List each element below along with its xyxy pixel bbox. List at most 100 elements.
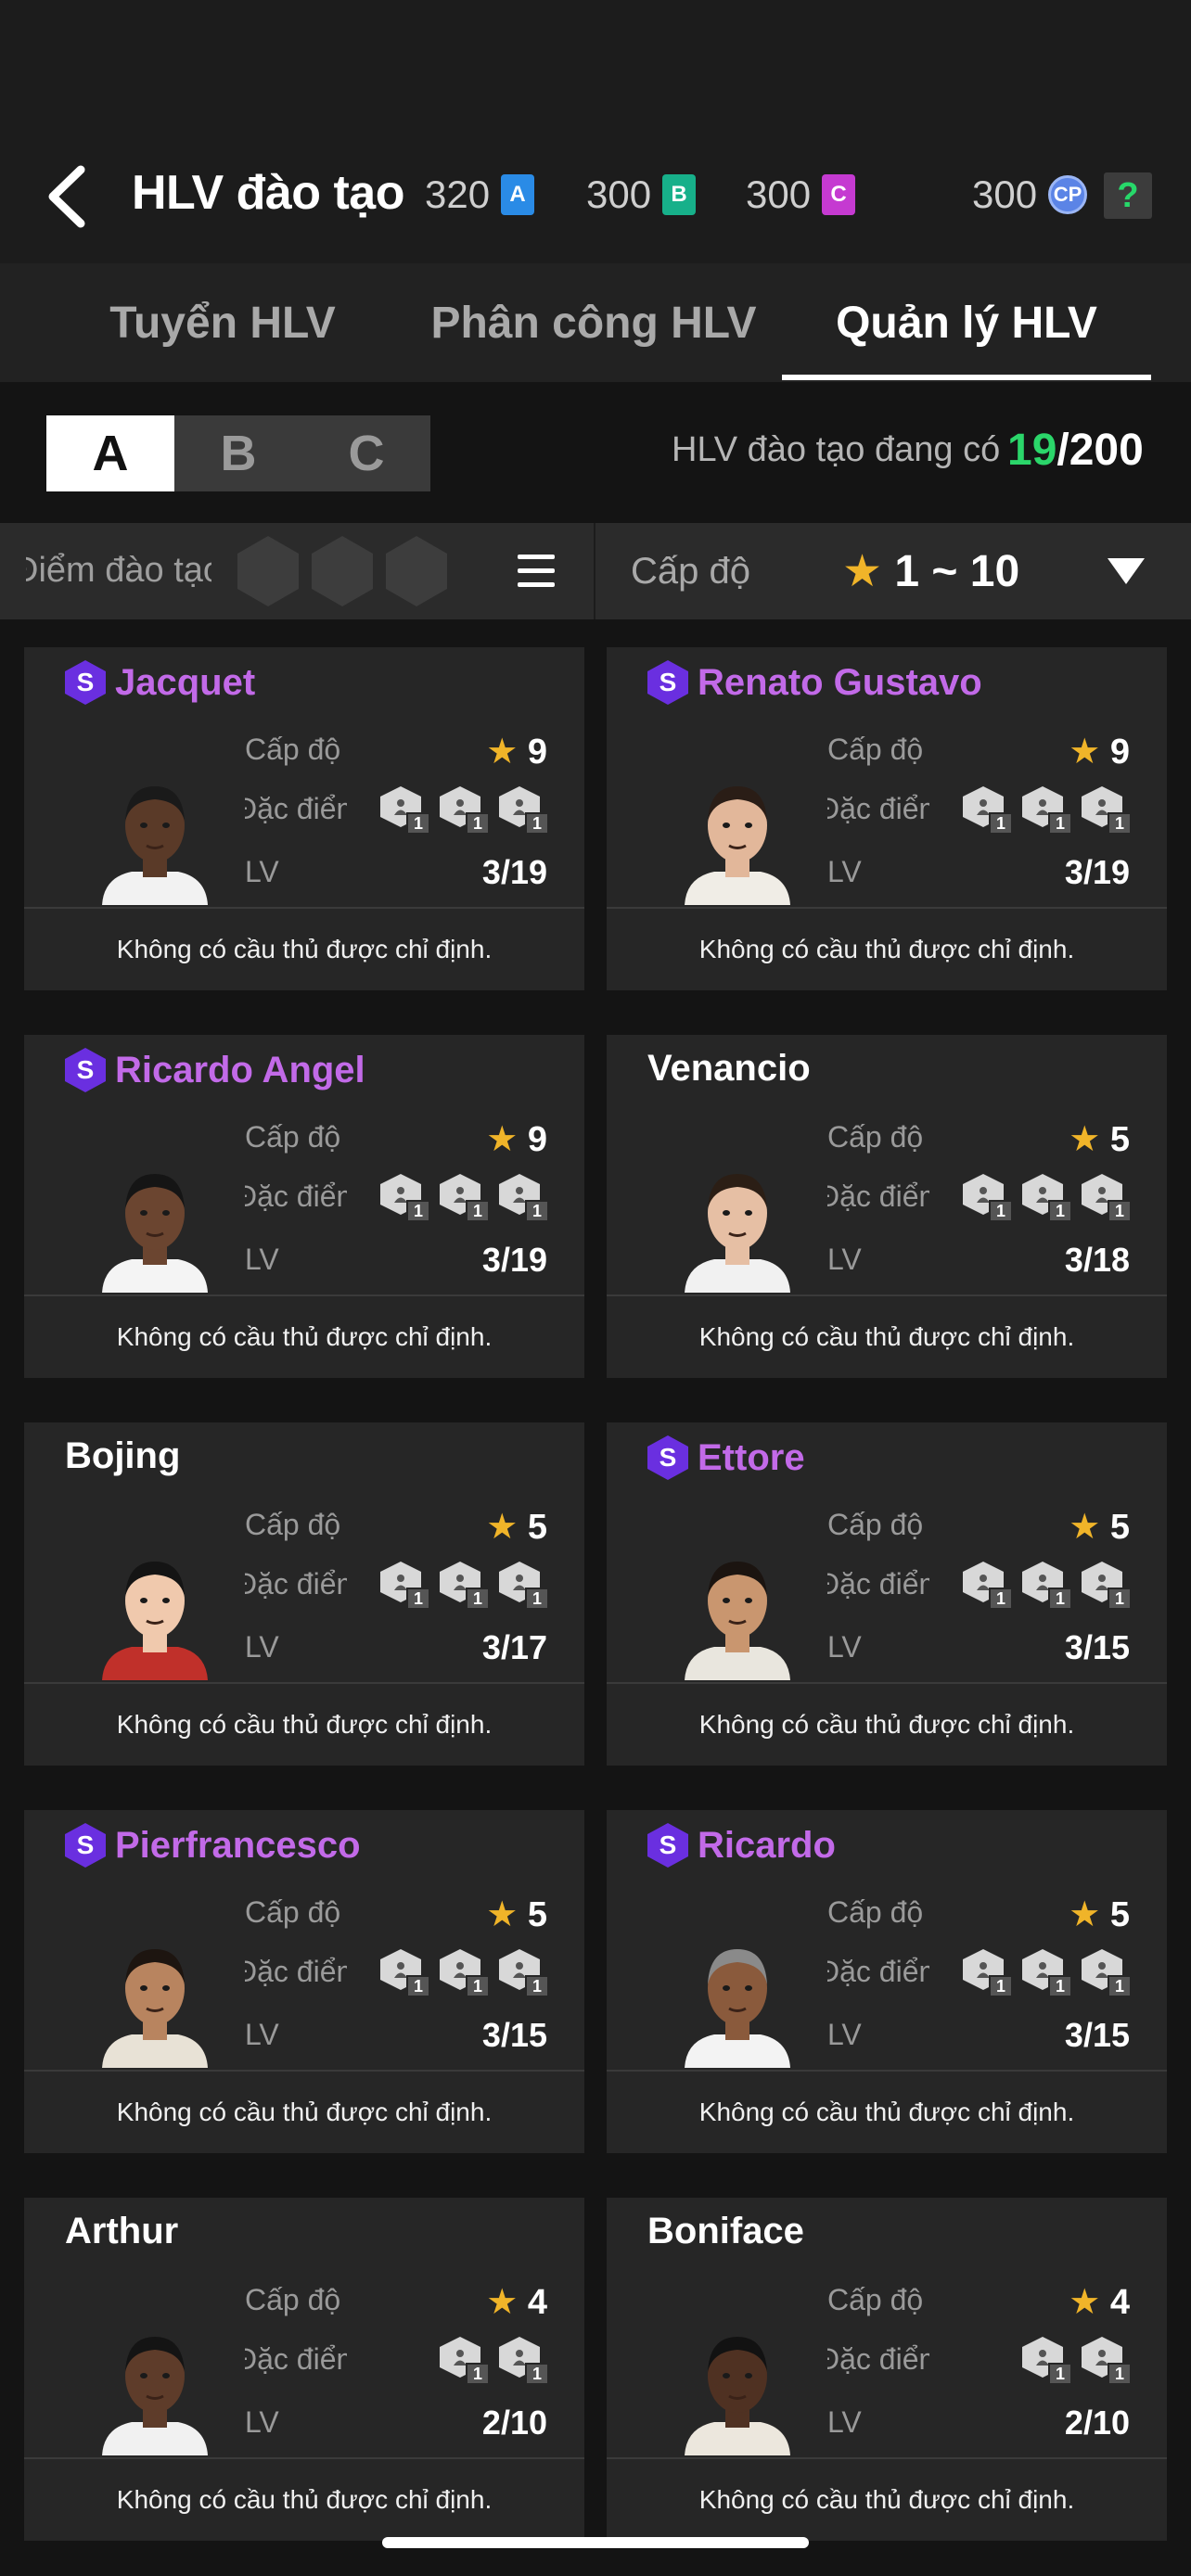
coach-level: ★ 5	[486, 1508, 547, 1547]
trait-icon[interactable]: 1	[1022, 786, 1072, 835]
trait-count: 1	[1108, 1200, 1132, 1222]
assigned-player-note: Không có cầu thủ được chỉ định.	[116, 2098, 493, 2126]
coach-lv-value: 3/15	[1064, 1628, 1130, 1666]
lv-label: LV	[245, 2405, 279, 2439]
trait-count: 1	[1048, 1200, 1072, 1222]
assigned-player-note: Không có cầu thủ được chỉ định.	[116, 1710, 493, 1739]
group-c-button[interactable]: C	[302, 415, 430, 491]
traits-label: Đặc điểm	[827, 1567, 929, 1600]
back-button[interactable]	[37, 159, 93, 234]
coach-lv-value: 3/15	[1064, 2016, 1130, 2054]
trait-icon[interactable]: 1	[1082, 786, 1132, 835]
tab-manage-coach[interactable]: Quản lý HLV	[782, 263, 1151, 382]
coach-name: Venancio	[647, 1048, 811, 1089]
coach-card[interactable]: SRenato Gustavo Cấp độ ★ 9 Đặc điểm 1 1 1 LV 3/1…	[607, 647, 1167, 990]
trait-icon[interactable]: 1	[963, 1562, 1013, 1610]
list-menu-icon[interactable]	[518, 555, 557, 588]
trait-icon[interactable]: 1	[499, 2337, 549, 2385]
star-icon: ★	[1069, 1120, 1101, 1159]
training-slot-2-icon[interactable]	[312, 536, 373, 606]
trait-icon[interactable]: 1	[440, 786, 490, 835]
trait-icon[interactable]: 1	[380, 786, 430, 835]
trait-count: 1	[1048, 1975, 1072, 1997]
trait-icon[interactable]: 1	[499, 1949, 549, 1997]
help-button[interactable]: ?	[1104, 172, 1152, 219]
coupon-c-icon: C	[822, 174, 856, 215]
trait-icon[interactable]: 1	[963, 786, 1013, 835]
training-slot-1-icon[interactable]	[237, 536, 299, 606]
currency-a: 320 A	[425, 172, 535, 217]
special-coach-icon: S	[65, 1823, 106, 1868]
trait-count: 1	[1108, 812, 1132, 835]
coach-lv-value: 2/10	[1064, 2404, 1130, 2442]
coach-card[interactable]: SRicardo Cấp độ ★ 5 Đặc điểm 1 1 1 LV 3/15 Không …	[607, 1810, 1167, 2153]
coach-card[interactable]: Bojing Cấp độ ★ 5 Đặc điểm 1 1 1 LV 3/17 Không có…	[24, 1422, 584, 1766]
group-a-button[interactable]: A	[46, 415, 174, 491]
trait-icon[interactable]: 1	[963, 1174, 1013, 1222]
trait-count: 1	[525, 812, 549, 835]
coach-card[interactable]: SRicardo Angel Cấp độ ★ 9 Đặc điểm 1 1 1 LV 3/19…	[24, 1035, 584, 1378]
trait-list: 1 1 1	[963, 1949, 1132, 1997]
trait-icon[interactable]: 1	[1022, 1174, 1072, 1222]
coach-card[interactable]: SJacquet Cấp độ ★ 9 Đặc điểm 1 1 1 LV 3/19 Không …	[24, 647, 584, 990]
assigned-player-note: Không có cầu thủ được chỉ định.	[698, 935, 1075, 963]
special-coach-icon: S	[65, 1048, 106, 1092]
coach-level: ★ 5	[1069, 1508, 1130, 1547]
tab-assign-coach[interactable]: Phân công HLV	[427, 263, 761, 382]
trait-icon[interactable]: 1	[1022, 2337, 1072, 2385]
trait-count: 1	[989, 1200, 1013, 1222]
coach-level: ★ 9	[1069, 733, 1130, 772]
level-label: Cấp độ	[245, 1120, 341, 1154]
lv-label: LV	[245, 1243, 279, 1276]
trait-icon[interactable]: 1	[440, 2337, 490, 2385]
special-coach-icon: S	[647, 1823, 688, 1868]
coach-card[interactable]: Venancio Cấp độ ★ 5 Đặc điểm 1 1 1 LV 3/18 Không …	[607, 1035, 1167, 1378]
trait-count: 1	[466, 1975, 490, 1997]
trait-icon[interactable]: 1	[440, 1174, 490, 1222]
tab-recruit-coach[interactable]: Tuyển HLV	[74, 263, 371, 382]
trait-count: 1	[406, 812, 430, 835]
traits-label: Đặc điểm	[245, 1955, 347, 1988]
trait-icon[interactable]: 1	[499, 786, 549, 835]
level-dropdown-icon[interactable]	[1108, 558, 1145, 584]
coach-card[interactable]: SEttore Cấp độ ★ 5 Đặc điểm 1 1 1 LV 3/15 Không c…	[607, 1422, 1167, 1766]
trait-icon[interactable]: 1	[380, 1949, 430, 1997]
coach-card[interactable]: BonifaceCấp độ★ 4Đặc điểm11LV2/10Không c…	[607, 2198, 1167, 2541]
level-label: Cấp độ	[245, 1895, 341, 1929]
lv-label: LV	[827, 855, 862, 888]
trait-icon[interactable]: 1	[380, 1174, 430, 1222]
training-slot-3-icon[interactable]	[386, 536, 447, 606]
trait-icon[interactable]: 1	[1082, 1562, 1132, 1610]
trait-icon[interactable]: 1	[1022, 1562, 1072, 1610]
trait-list: 1 1 1	[380, 786, 549, 835]
trait-icon[interactable]: 1	[963, 1949, 1013, 1997]
level-label: Cấp độ	[245, 733, 341, 766]
trait-icon[interactable]: 1	[440, 1949, 490, 1997]
coach-portrait	[685, 1949, 790, 2068]
trait-icon[interactable]: 1	[1082, 2337, 1132, 2385]
assigned-player-note: Không có cầu thủ được chỉ định.	[116, 2485, 493, 2514]
trait-count: 1	[525, 2363, 549, 2385]
trait-icon[interactable]: 1	[440, 1562, 490, 1610]
trait-icon[interactable]: 1	[1022, 1949, 1072, 1997]
trait-icon[interactable]: 1	[499, 1174, 549, 1222]
trait-count: 1	[1048, 812, 1072, 835]
coach-card[interactable]: SPierfrancesco Cấp độ ★ 5 Đặc điểm 1 1 1 LV 3/15…	[24, 1810, 584, 2153]
lv-label: LV	[827, 2018, 862, 2051]
trait-icon[interactable]: 1	[380, 1562, 430, 1610]
trait-list: 1 1 1	[963, 1562, 1132, 1610]
coach-count-value: 19/200	[1007, 425, 1144, 476]
assigned-player-note: Không có cầu thủ được chỉ định.	[698, 1710, 1075, 1739]
group-b-button[interactable]: B	[174, 415, 302, 491]
trait-list: 1 1 1	[380, 1949, 549, 1997]
coach-count-max: /200	[1057, 426, 1144, 475]
level-label: Cấp độ	[827, 1895, 924, 1929]
trait-icon[interactable]: 1	[499, 1562, 549, 1610]
trait-icon[interactable]: 1	[1082, 1174, 1132, 1222]
star-icon: ★	[486, 1895, 519, 1934]
coach-card[interactable]: ArthurCấp độ★ 4Đặc điểm11LV2/10Không có …	[24, 2198, 584, 2541]
coach-name: S Pierfrancesco	[65, 1823, 361, 1868]
level-filter-value[interactable]: ★ 1 ~ 10	[842, 545, 1019, 597]
trait-icon[interactable]: 1	[1082, 1949, 1132, 1997]
trait-count: 1	[406, 1975, 430, 1997]
